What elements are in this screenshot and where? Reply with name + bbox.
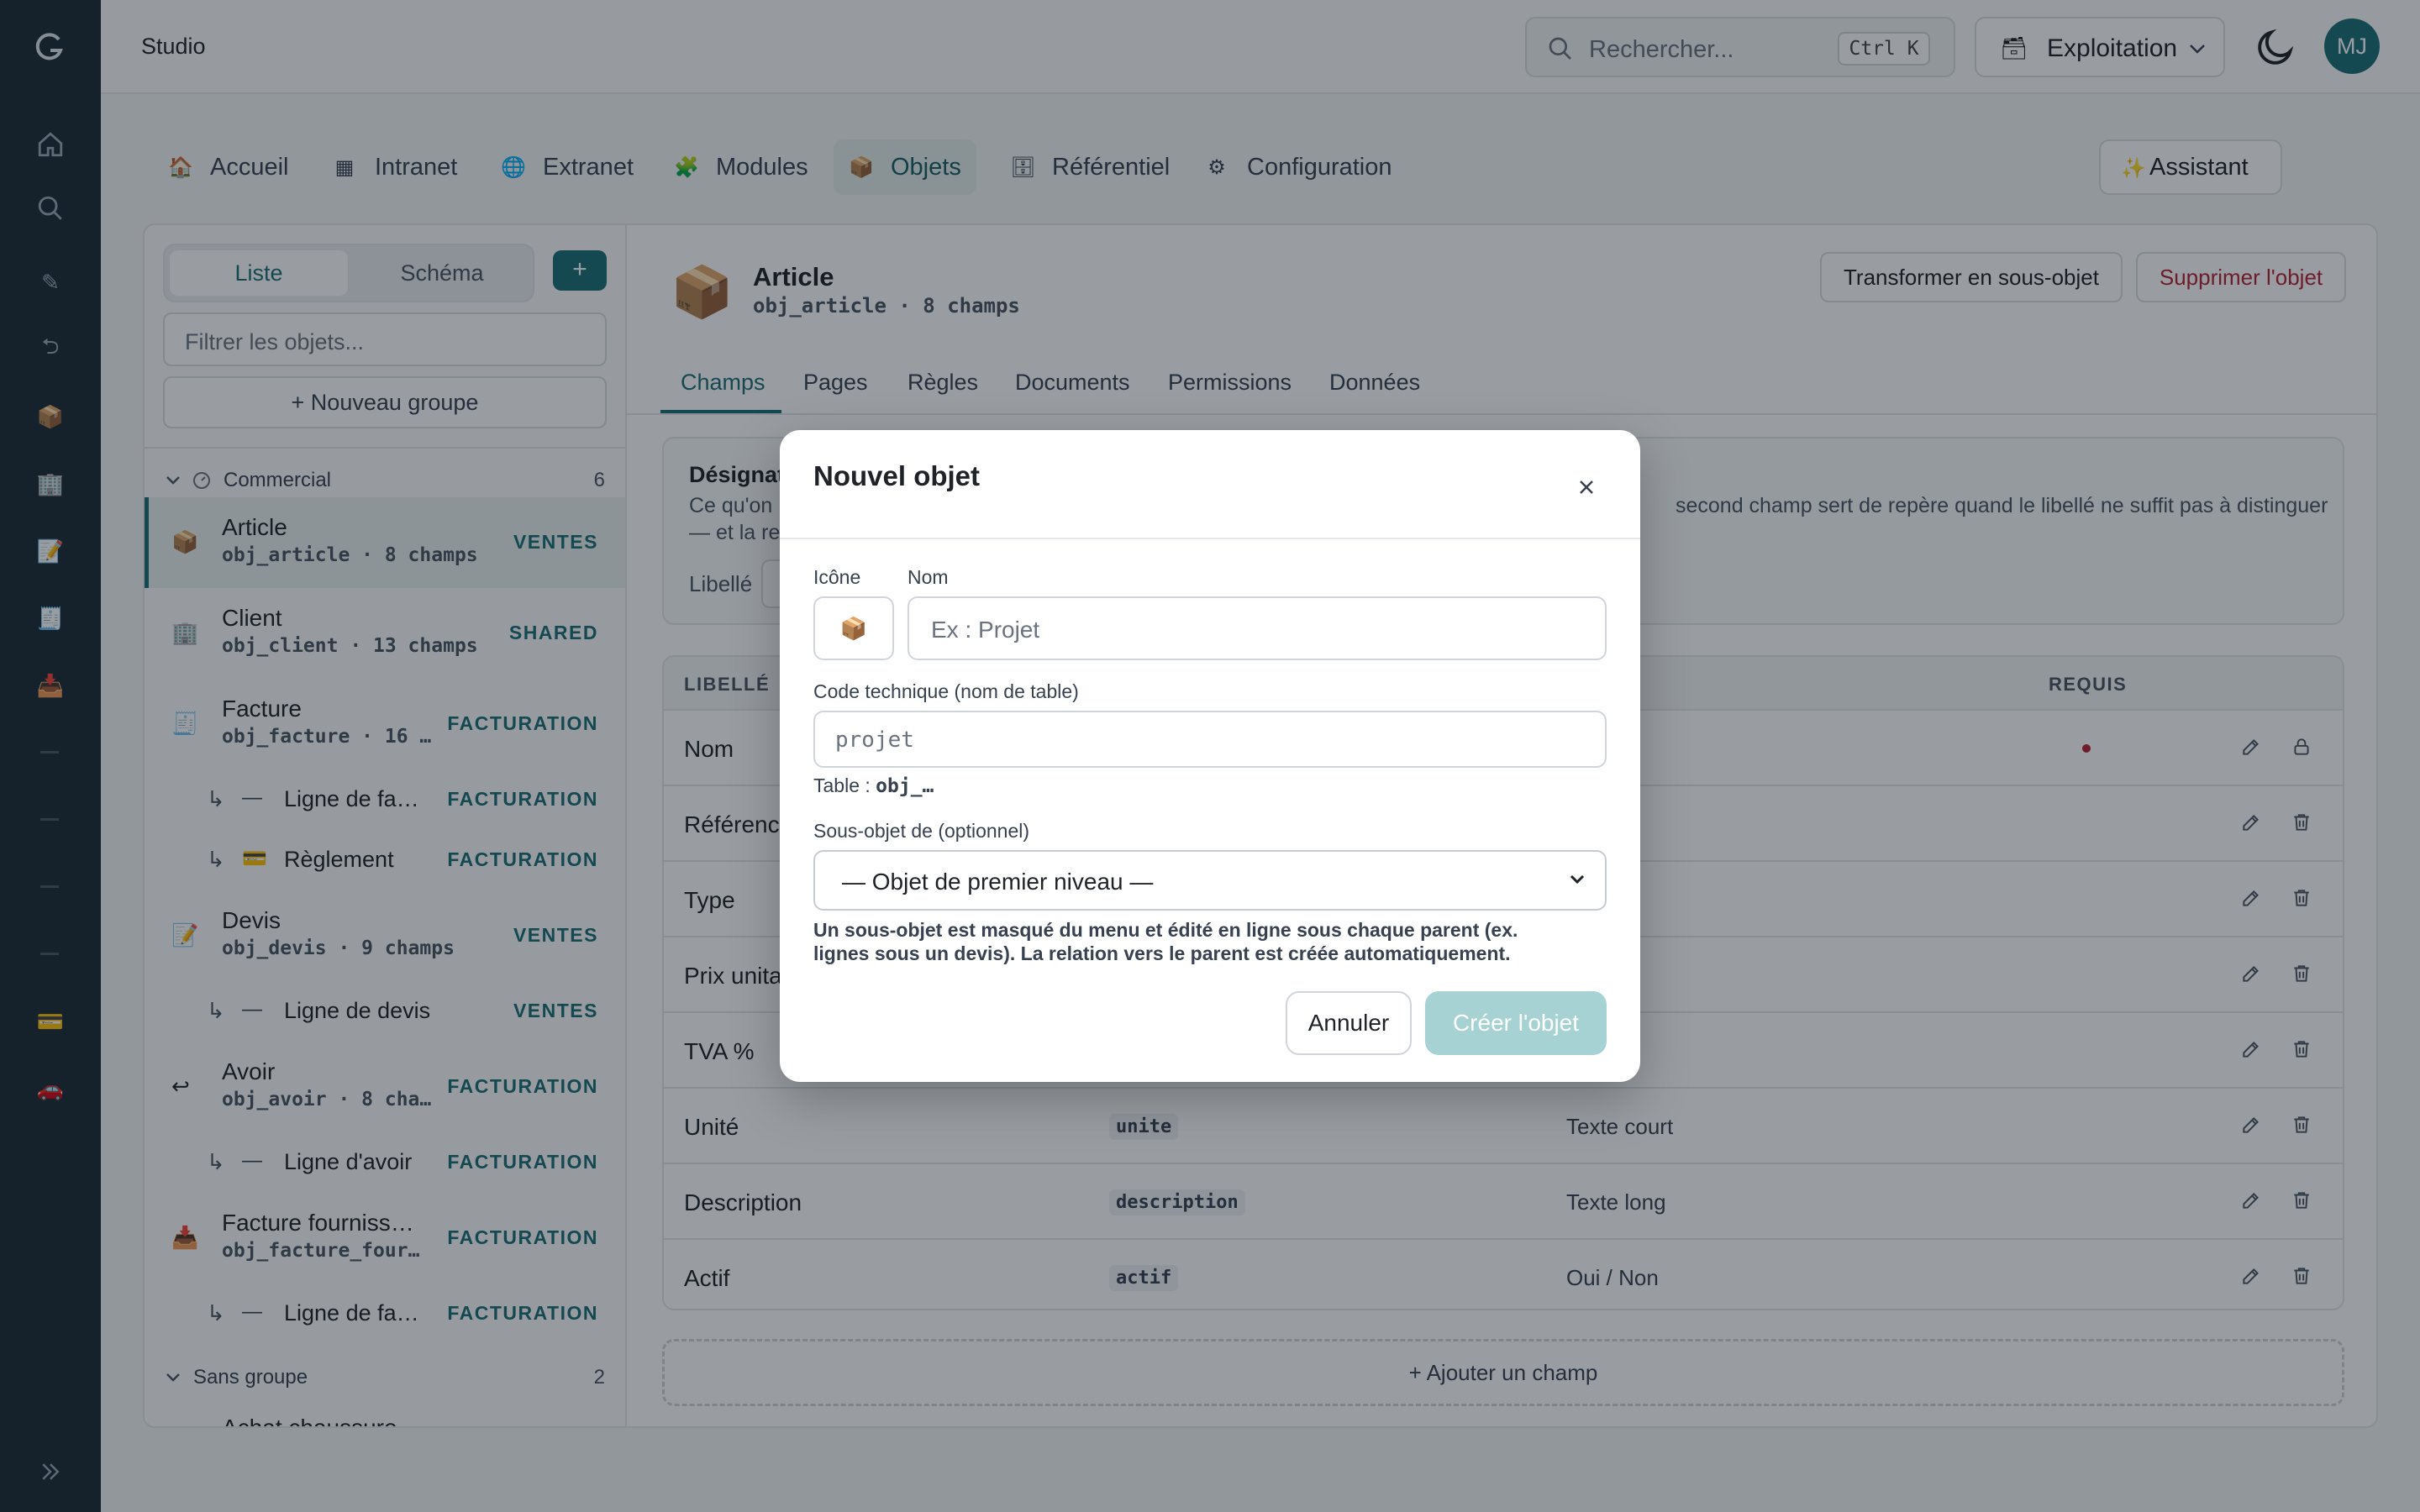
parent-select-value: — Objet de premier niveau — — [842, 869, 1154, 895]
code-label: Code technique (nom de table) — [813, 680, 1079, 702]
name-label: Nom — [908, 566, 949, 588]
parent-label: Sous-objet de (optionnel) — [813, 820, 1029, 842]
dialog-title: Nouvel objet — [813, 460, 981, 491]
parent-select[interactable]: — Objet de premier niveau — — [813, 850, 1607, 911]
create-object-button[interactable]: Créer l'objet — [1425, 991, 1607, 1055]
table-hint-prefix: Table : — [813, 774, 876, 796]
table-hint: Table : obj_… — [813, 774, 934, 797]
icon-picker[interactable]: 📦 — [813, 596, 894, 660]
close-icon[interactable] — [1570, 470, 1603, 504]
new-object-dialog: Nouvel objet Icône Nom 📦 Ex : Projet Cod… — [780, 430, 1640, 1082]
table-hint-value: obj_… — [876, 775, 934, 797]
divider — [780, 538, 1640, 539]
icon-label: Icône — [813, 566, 861, 588]
cancel-button[interactable]: Annuler — [1286, 991, 1412, 1055]
chevron-down-icon — [1570, 874, 1585, 885]
help-text: lignes sous un devis). La relation vers … — [813, 942, 1511, 964]
code-input[interactable]: projet — [813, 711, 1607, 768]
name-input[interactable]: Ex : Projet — [908, 596, 1607, 660]
help-text: Un sous-objet est masqué du menu et édit… — [813, 919, 1518, 941]
